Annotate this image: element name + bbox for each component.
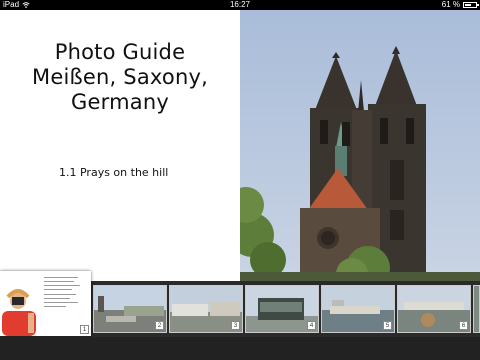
status-right: 61 % xyxy=(441,0,479,10)
page-number: 2 xyxy=(155,321,164,330)
clock: 16:27 xyxy=(229,0,251,9)
page-thumbnail-partial[interactable] xyxy=(473,285,480,333)
page-number: 1 xyxy=(80,325,89,334)
page-thumbnail[interactable]: 5 xyxy=(321,285,395,333)
page-thumbnail[interactable]: 2 xyxy=(93,285,167,333)
page-thumbnail-active[interactable]: 1 xyxy=(0,271,91,336)
battery-percent: 61 % xyxy=(441,0,460,9)
thumbnail-image xyxy=(474,286,479,332)
section-heading: 1.1 Prays on the hill xyxy=(59,166,169,179)
page-left: Photo Guide Meißen, Saxony, Germany 1.1 … xyxy=(0,10,240,281)
status-bar: iPad 16:27 61 % xyxy=(0,0,480,10)
page-number: 3 xyxy=(231,321,240,330)
bottom-bar xyxy=(0,337,480,360)
page-thumbnail[interactable]: 3 xyxy=(169,285,243,333)
title-line: Germany xyxy=(71,90,169,114)
page-number: 6 xyxy=(459,321,468,330)
cathedral-photo xyxy=(240,10,480,281)
thumbnail-text-lines xyxy=(44,277,84,310)
cathedral-illustration xyxy=(240,10,480,281)
battery-icon xyxy=(463,2,479,8)
page-thumbnail[interactable]: 6 xyxy=(397,285,471,333)
page-number: 4 xyxy=(307,321,316,330)
title-line: Photo Guide xyxy=(54,40,186,64)
page-number: 5 xyxy=(383,321,392,330)
page-title: Photo Guide Meißen, Saxony, Germany xyxy=(0,40,240,115)
page-thumbnail[interactable]: 4 xyxy=(245,285,319,333)
title-line: Meißen, Saxony, xyxy=(32,65,208,89)
